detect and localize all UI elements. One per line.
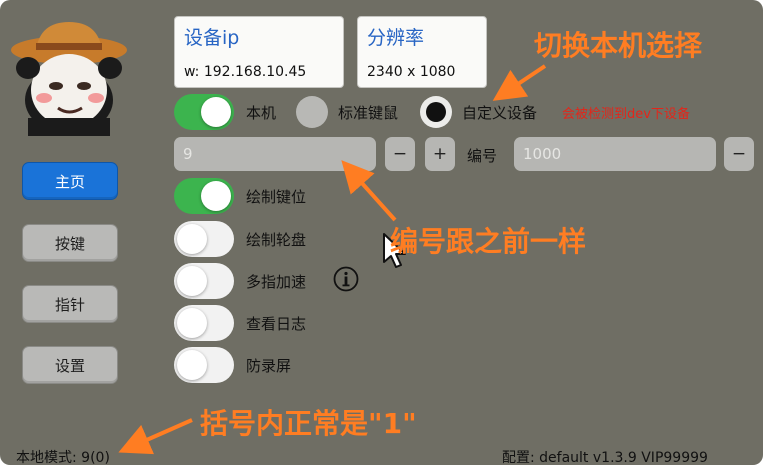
toggle-knob: [177, 350, 207, 380]
device-ip-value: w: 192.168.10.45: [184, 64, 307, 80]
id-input[interactable]: 1000: [514, 137, 716, 171]
annotation-arrow-local: [492, 64, 547, 101]
draw-keys-toggle[interactable]: [174, 178, 234, 214]
sidebar-item-keys[interactable]: 按键: [22, 224, 118, 262]
multi-finger-toggle[interactable]: [174, 263, 234, 299]
custom-device-label: 自定义设备: [462, 104, 538, 122]
view-log-label: 查看日志: [246, 315, 307, 333]
toggle-knob: [201, 181, 231, 211]
toggle-knob: [177, 266, 207, 296]
sidebar-item-home[interactable]: 主页: [22, 162, 118, 200]
sidebar-item-settings[interactable]: 设置: [22, 346, 118, 384]
info-icon[interactable]: [333, 266, 359, 292]
detection-warning: 会被检测到dev下设备: [562, 107, 690, 122]
avatar: [11, 22, 127, 136]
resolution-card: 分辨率 2340 x 1080: [357, 16, 487, 88]
standard-keymouse-label: 标准键鼠: [338, 104, 399, 122]
resolution-value: 2340 x 1080: [367, 64, 456, 80]
annotation-arrow-id: [341, 160, 397, 222]
decrement-button[interactable]: −: [385, 137, 415, 171]
anti-record-label: 防录屏: [246, 357, 292, 375]
app-window: 主页 按键 指针 设置 设备ip w: 192.168.10.45 分辨率 23…: [0, 0, 763, 465]
toggle-knob: [177, 308, 207, 338]
toggle-knob: [201, 97, 231, 127]
sidebar-item-pointer[interactable]: 指针: [22, 285, 118, 323]
config-version-status: 配置: default v1.3.9 VIP99999: [502, 450, 708, 465]
anti-record-toggle[interactable]: [174, 347, 234, 383]
local-device-toggle[interactable]: [174, 94, 234, 130]
draw-wheel-toggle[interactable]: [174, 221, 234, 257]
standard-keymouse-radio[interactable]: [296, 96, 328, 128]
resolution-title: 分辨率: [367, 27, 425, 49]
view-log-toggle[interactable]: [174, 305, 234, 341]
device-ip-card: 设备ip w: 192.168.10.45: [174, 16, 344, 88]
annotation-arrow-status: [118, 418, 193, 455]
local-mode-status: 本地模式: 9(0): [16, 450, 110, 465]
draw-wheel-label: 绘制轮盘: [246, 231, 307, 249]
draw-keys-label: 绘制键位: [246, 188, 307, 206]
annotation-bracket-normal: 括号内正常是"1": [200, 407, 417, 440]
device-number-input[interactable]: 9: [174, 137, 376, 171]
id-label: 编号: [467, 147, 498, 165]
multi-finger-label: 多指加速: [246, 273, 307, 291]
toggle-knob: [177, 224, 207, 254]
custom-device-radio[interactable]: [420, 96, 452, 128]
increment-button[interactable]: +: [425, 137, 455, 171]
id-decrement-button[interactable]: −: [724, 137, 754, 171]
annotation-id-same: 编号跟之前一样: [390, 225, 587, 258]
annotation-switch-local: 切换本机选择: [534, 29, 703, 62]
local-device-label: 本机: [246, 104, 277, 122]
device-ip-title: 设备ip: [184, 27, 240, 49]
